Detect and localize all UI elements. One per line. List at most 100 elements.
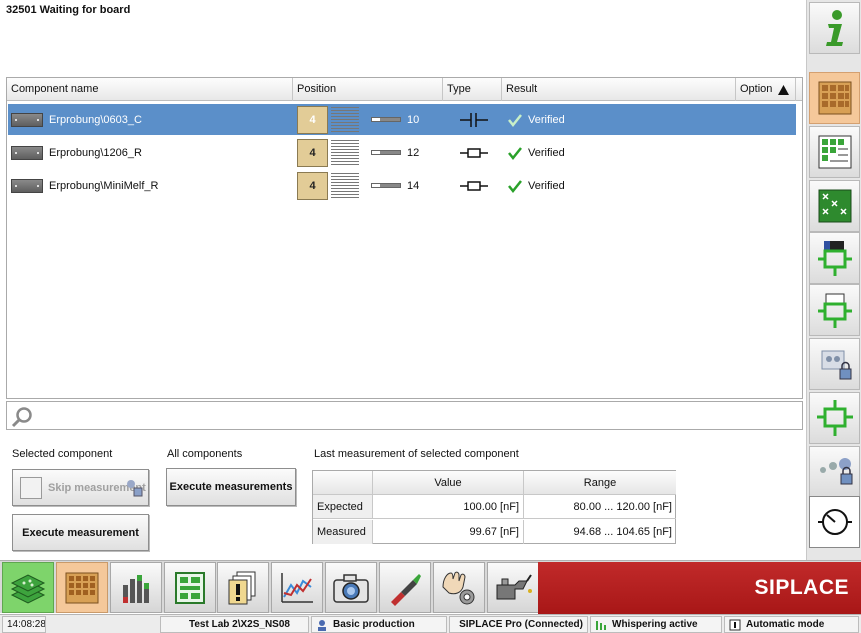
board-tab[interactable]	[164, 562, 216, 613]
nozzle-tool-icon	[391, 573, 421, 606]
header-component-name[interactable]: Component name	[7, 78, 293, 101]
position-slot: 4	[297, 138, 328, 167]
grid-view-icon	[818, 81, 851, 115]
selected-component-label: Selected component	[12, 448, 113, 460]
table-header: Component name Position Type Result Opti…	[7, 78, 802, 101]
setup-tab[interactable]	[56, 562, 108, 613]
circuit-board-icon	[175, 571, 205, 604]
component-black-button[interactable]	[809, 232, 860, 284]
user-icon	[318, 619, 326, 631]
users-lock-icon	[819, 458, 852, 485]
window-title: 32501 Waiting for board	[6, 4, 131, 16]
table-row[interactable]: Erprobung\1206_R 4 12 Verified	[8, 137, 796, 168]
status-mode: Basic production	[311, 616, 447, 633]
feeder-lines-icon	[331, 106, 359, 133]
table-row[interactable]: Erprobung\0603_C 4 10 Verified	[8, 104, 796, 135]
gauge-icon	[817, 509, 852, 535]
warning-cards-icon	[228, 571, 256, 604]
measurement-corner	[313, 471, 373, 495]
track-slider-icon	[371, 183, 401, 188]
header-position[interactable]: Position	[293, 78, 443, 101]
grid-list-button[interactable]	[809, 126, 860, 178]
production-tab[interactable]	[2, 562, 54, 613]
statistics-tab[interactable]	[110, 562, 162, 613]
grid-list-icon	[818, 135, 851, 169]
grid-mark-button[interactable]	[809, 180, 860, 232]
user-lock-icon	[127, 480, 143, 497]
component-chip-icon	[11, 178, 43, 193]
verified-check-icon	[508, 113, 522, 127]
measurement-table: Value Range Expected 100.00 [nF] 80.00 .…	[312, 470, 676, 544]
search-icon	[11, 407, 32, 428]
measured-range: 94.68 ... 104.65 [nF]	[573, 526, 672, 538]
range-header: Range	[524, 471, 676, 495]
center-component-button[interactable]	[809, 392, 860, 444]
component-outline-icon	[817, 293, 852, 328]
capacitor-icon	[460, 112, 488, 127]
component-outline-button[interactable]	[809, 284, 860, 336]
component-table: Component name Position Type Result Opti…	[6, 77, 803, 399]
header-option-label: Option	[740, 83, 773, 95]
execute-measurement-button[interactable]: Execute measurement	[12, 514, 149, 551]
bottom-navigation: SIPLACE	[0, 560, 861, 614]
status-location: Test Lab 2\X2S_NS08	[160, 616, 309, 633]
right-toolbar	[806, 0, 861, 560]
skip-measurement-button[interactable]: Skip measurement	[12, 469, 149, 506]
resistor-icon	[460, 180, 488, 191]
measure-gauge-button[interactable]	[809, 496, 860, 548]
sort-ascending-icon	[778, 84, 789, 95]
expected-range: 80.00 ... 120.00 [nF]	[524, 495, 676, 519]
info-icon	[825, 10, 843, 46]
verified-check-icon	[508, 179, 522, 193]
track-slider-icon	[371, 117, 401, 122]
users-lock-button[interactable]	[809, 446, 860, 498]
maintenance-tab[interactable]	[487, 562, 539, 613]
track-slider-icon	[371, 150, 401, 155]
camera-icon	[333, 573, 369, 603]
track-number: 14	[407, 179, 420, 192]
component-chip-icon	[11, 145, 43, 160]
locked-settings-button[interactable]	[809, 338, 860, 390]
all-components-label: All components	[167, 448, 243, 460]
bar-chart-icon	[123, 574, 149, 603]
header-result[interactable]: Result	[502, 78, 736, 101]
component-name: Erprobung\MiniMelf_R	[49, 179, 159, 192]
track-number: 12	[407, 146, 420, 159]
status-connection: SIPLACE Pro (Connected)	[449, 616, 588, 633]
position-slot: 4	[297, 105, 328, 134]
status-bar: 14:08:28 Test Lab 2\X2S_NS08 Basic produ…	[0, 614, 861, 633]
center-component-icon	[816, 400, 853, 436]
locked-board-icon	[821, 350, 851, 380]
search-input[interactable]	[37, 405, 797, 427]
header-option[interactable]: Option	[736, 78, 796, 101]
skip-checkbox[interactable]	[20, 476, 42, 499]
trend-tab[interactable]	[271, 562, 323, 613]
settings-tab[interactable]	[433, 562, 485, 613]
tools-tab[interactable]	[379, 562, 431, 613]
info-button[interactable]	[809, 2, 860, 54]
execute-measurements-button[interactable]: Execute measurements	[166, 468, 296, 506]
grid-mark-icon	[818, 189, 851, 223]
feeder-lines-icon	[331, 172, 359, 199]
result-text: Verified	[528, 113, 565, 126]
track-number: 10	[407, 113, 420, 126]
messages-tab[interactable]	[217, 562, 269, 613]
header-type[interactable]: Type	[443, 78, 502, 101]
expected-label: Expected	[313, 495, 373, 519]
camera-tab[interactable]	[325, 562, 377, 613]
automatic-mode-icon	[729, 619, 741, 630]
search-bar	[6, 401, 803, 430]
status-time: 14:08:28	[2, 616, 46, 633]
value-header: Value	[373, 471, 524, 495]
result-text: Verified	[528, 179, 565, 192]
component-name: Erprobung\0603_C	[49, 113, 142, 126]
siplace-logo: SIPLACE	[538, 562, 861, 614]
last-measurement-label: Last measurement of selected component	[314, 448, 519, 460]
oil-can-icon	[496, 573, 532, 599]
feeder-grid-button[interactable]	[809, 72, 860, 124]
position-slot: 4	[297, 171, 328, 200]
table-row[interactable]: Erprobung\MiniMelf_R 4 14 Verified	[8, 170, 796, 201]
result-text: Verified	[528, 146, 565, 159]
verified-check-icon	[508, 146, 522, 160]
expected-value: 100.00 [nF]	[373, 495, 524, 519]
